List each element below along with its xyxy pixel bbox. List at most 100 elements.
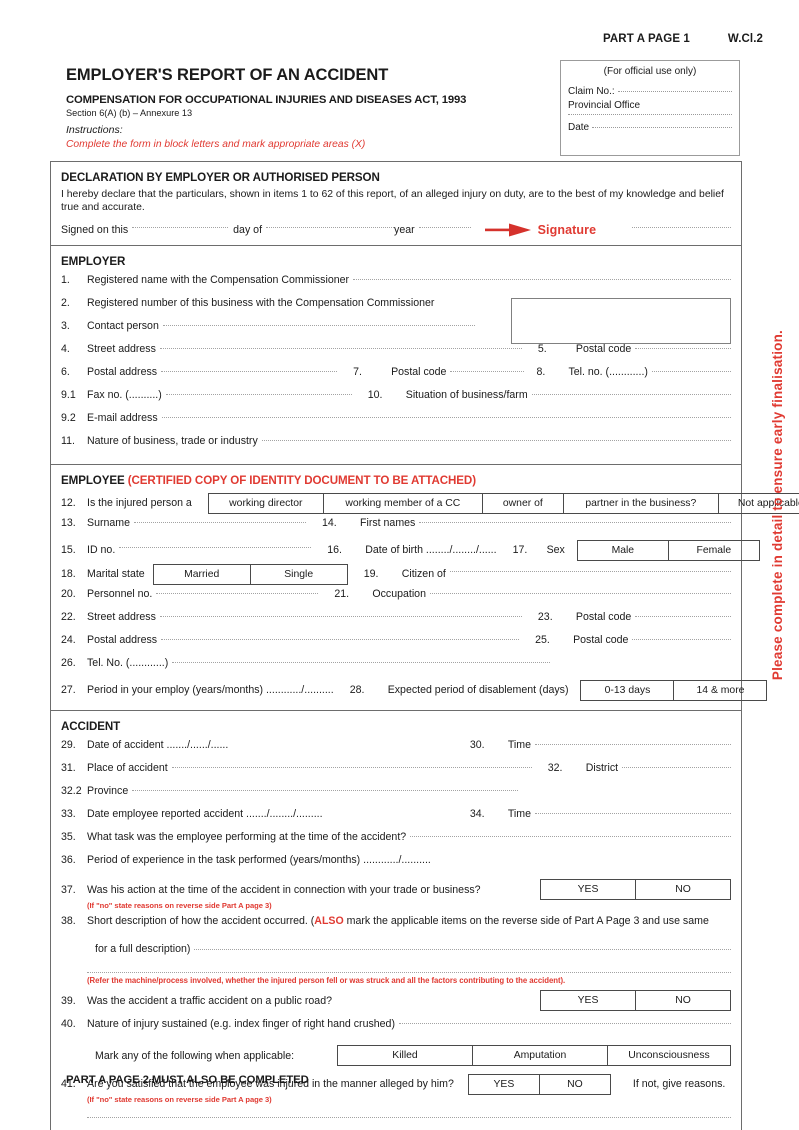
- date-input[interactable]: [592, 127, 732, 128]
- arrow-right-icon: [484, 223, 531, 237]
- contact-person-input[interactable]: [162, 325, 475, 327]
- item-label[interactable]: Date employee reported accident ......./…: [87, 808, 323, 820]
- employer-section: EMPLOYER 1. Registered name with the Com…: [51, 246, 741, 466]
- option-no[interactable]: NO: [636, 991, 730, 1010]
- employer-street-address-input[interactable]: [159, 348, 522, 350]
- item-number: 12.: [61, 497, 76, 510]
- item38-part2: mark the applicable items on the reverse…: [343, 914, 709, 927]
- item-number: 38.: [61, 914, 76, 927]
- item-label: Tel. no. (............): [568, 365, 648, 378]
- employee-heading-label: EMPLOYEE: [61, 474, 125, 488]
- option-no[interactable]: NO: [540, 1075, 610, 1094]
- item-label: Contact person: [87, 319, 159, 332]
- occupation-input[interactable]: [429, 593, 731, 595]
- option-amputation[interactable]: Amputation: [473, 1046, 608, 1066]
- item-label: District: [585, 761, 619, 774]
- employee-tel-input[interactable]: [172, 662, 551, 664]
- form-code-label: W.Cl.2: [727, 33, 763, 45]
- if-not-give-reasons-label: If not, give reasons.: [632, 1078, 726, 1091]
- date-row[interactable]: Date: [568, 122, 732, 133]
- district-input[interactable]: [622, 767, 731, 769]
- signed-month-input[interactable]: [266, 227, 395, 229]
- employer-fax-input[interactable]: [165, 394, 352, 396]
- act-title: COMPENSATION FOR OCCUPATIONAL INJURIES A…: [66, 94, 467, 106]
- accident-row-33-34: 33. Date employee reported accident ....…: [61, 806, 731, 829]
- employee-postal-address-input[interactable]: [161, 639, 520, 641]
- registered-number-input[interactable]: [511, 298, 731, 345]
- nature-of-injury-input[interactable]: [398, 1023, 731, 1025]
- accident-row-mark-applicable: Mark any of the following when applicabl…: [95, 1039, 731, 1068]
- option-no[interactable]: NO: [636, 880, 730, 899]
- employee-street-address-input[interactable]: [159, 616, 522, 618]
- option-0-13-days[interactable]: 0-13 days: [581, 680, 675, 700]
- reported-time-input[interactable]: [535, 813, 731, 815]
- employee-heading: EMPLOYEE (CERTIFIED COPY OF IDENTITY DOC…: [61, 474, 731, 487]
- citizen-of-input[interactable]: [449, 571, 731, 573]
- accident-time-input[interactable]: [535, 744, 731, 746]
- day-of-label: day of: [233, 224, 263, 237]
- employee-postal-code-input[interactable]: [632, 639, 731, 641]
- option-female[interactable]: Female: [669, 541, 759, 560]
- signed-year-input[interactable]: [418, 227, 471, 229]
- registered-name-input[interactable]: [353, 279, 731, 281]
- first-names-input[interactable]: [419, 522, 731, 524]
- employee-row-22-23: 22. Street address 23. Postal code: [61, 609, 731, 632]
- signed-day-input[interactable]: [132, 227, 229, 229]
- accident-description-input-1[interactable]: [194, 948, 731, 950]
- item-label: Time: [507, 807, 531, 820]
- option-yes[interactable]: YES: [541, 991, 636, 1011]
- employer-postal-code-input[interactable]: [450, 371, 525, 373]
- option-married[interactable]: Married: [154, 564, 251, 584]
- item-label: Surname: [87, 516, 130, 529]
- item-label[interactable]: Period in your employ (years/months) ...…: [87, 684, 334, 696]
- nature-of-business-input[interactable]: [261, 440, 731, 442]
- item-number: 9.2: [61, 411, 76, 424]
- provincial-office-input[interactable]: [568, 114, 732, 115]
- note-38: (Refer the machine/process involved, whe…: [87, 975, 566, 985]
- employer-postal-address-input[interactable]: [161, 371, 338, 373]
- official-use-heading: (For official use only): [603, 66, 697, 77]
- option-killed[interactable]: Killed: [338, 1046, 473, 1066]
- note-41: (If "no" state reasons on reverse side P…: [87, 1095, 272, 1105]
- item-label[interactable]: Date of accident ......./....../......: [87, 739, 228, 751]
- option-single[interactable]: Single: [251, 565, 347, 584]
- employer-tel-input[interactable]: [651, 371, 731, 373]
- id-no-input[interactable]: [119, 547, 312, 549]
- item-number: 10.: [367, 388, 383, 401]
- business-situation-input[interactable]: [531, 394, 731, 396]
- option-14-and-more[interactable]: 14 & more: [674, 681, 766, 700]
- employee-row-15-16-17: 15. ID no. 16. Date of birth ......../..…: [61, 538, 760, 562]
- item38-part1: Short description of how the accident oc…: [87, 914, 315, 927]
- item-label: Time: [507, 738, 531, 751]
- option-partner-in-business[interactable]: partner in the business?: [564, 493, 719, 513]
- declaration-heading: DECLARATION BY EMPLOYER OR AUTHORISED PE…: [61, 171, 380, 184]
- option-owner-of[interactable]: owner of: [483, 493, 564, 513]
- option-male[interactable]: Male: [578, 540, 669, 560]
- task-performed-input[interactable]: [410, 836, 731, 838]
- claim-no-input[interactable]: [617, 91, 732, 92]
- option-yes[interactable]: YES: [469, 1074, 540, 1094]
- signature-input[interactable]: [632, 227, 731, 229]
- reasons-input[interactable]: [87, 1116, 731, 1119]
- option-unconsciousness[interactable]: Unconsciousness: [608, 1046, 730, 1065]
- accident-row-39: 39. Was the accident a traffic accident …: [61, 989, 731, 1013]
- employer-email-input[interactable]: [161, 417, 731, 419]
- option-working-member-cc[interactable]: working member of a CC: [324, 493, 483, 513]
- accident-description-input-2[interactable]: [87, 971, 731, 973]
- personnel-no-input[interactable]: [156, 593, 319, 595]
- claim-no-row[interactable]: Claim No.:: [568, 86, 732, 97]
- option-yes[interactable]: YES: [541, 880, 636, 900]
- item38-also: ALSO: [314, 914, 344, 927]
- item-label[interactable]: Date of birth ......../......../......: [365, 544, 496, 556]
- place-of-accident-input[interactable]: [171, 767, 532, 769]
- employer-street-postal-code-input[interactable]: [635, 348, 731, 350]
- item-label[interactable]: Period of experience in the task perform…: [87, 854, 431, 866]
- item-number: 7.: [353, 365, 362, 378]
- accident-row-38-continuation: for a full description): [95, 936, 731, 965]
- option-working-director[interactable]: working director: [209, 493, 324, 513]
- declaration-body: I hereby declare that the particulars, s…: [61, 189, 724, 214]
- employee-street-postal-code-input[interactable]: [635, 616, 731, 618]
- province-input[interactable]: [132, 790, 519, 792]
- surname-input[interactable]: [134, 522, 306, 524]
- option-not-applicable[interactable]: Not applicable: [719, 494, 799, 513]
